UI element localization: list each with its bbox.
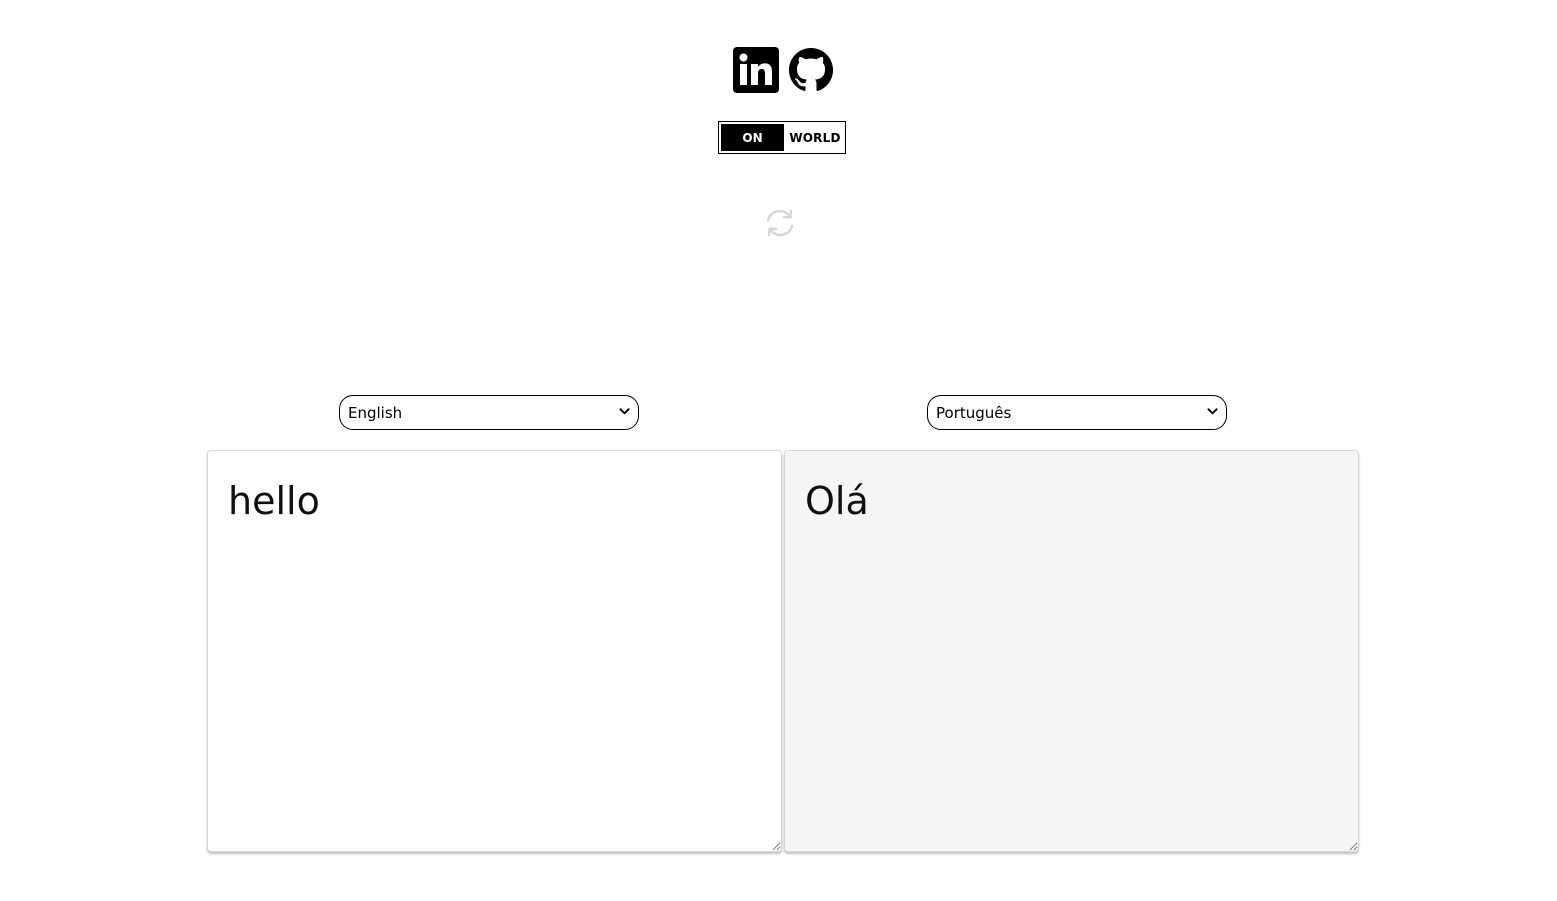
target-language-value: Português [936, 403, 1012, 422]
swap-arrows-icon [766, 209, 794, 237]
swap-languages-button[interactable] [763, 206, 797, 240]
source-language-select[interactable]: English [339, 395, 639, 430]
toggle-on-label: ON [721, 124, 784, 151]
source-language-value: English [348, 403, 403, 422]
target-language-select[interactable]: Português [927, 395, 1227, 430]
source-text-input[interactable]: hello [207, 450, 782, 852]
toggle-world-label: WORLD [789, 130, 841, 145]
translated-text-output[interactable]: Olá [784, 450, 1359, 852]
target-language-wrapper: Português [927, 395, 1227, 430]
social-links [733, 47, 834, 93]
world-toggle[interactable]: ON WORLD [718, 121, 846, 154]
source-language-wrapper: English [339, 395, 639, 430]
linkedin-icon[interactable] [733, 47, 779, 93]
github-icon[interactable] [788, 47, 834, 93]
